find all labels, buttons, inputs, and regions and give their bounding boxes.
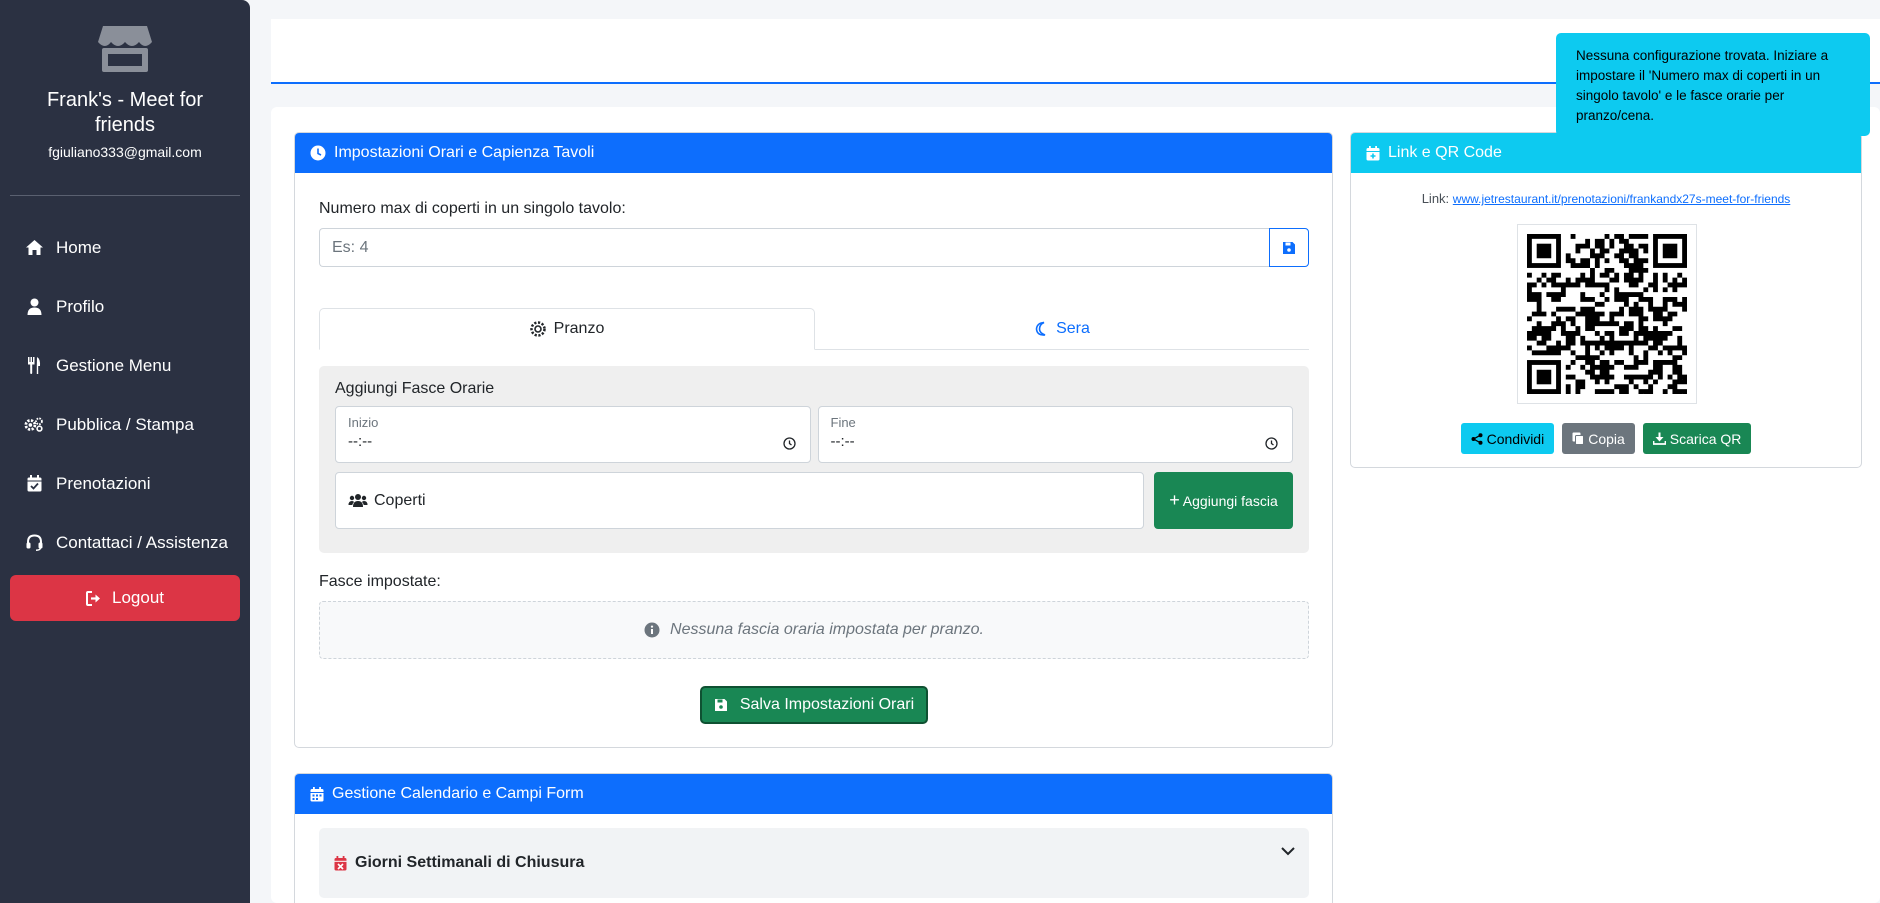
share-button[interactable]: Condividi <box>1460 423 1555 454</box>
main-content: Impostazioni Orari e Capienza Tavoli Num… <box>271 107 1880 903</box>
copy-button[interactable]: Copia <box>1562 423 1635 454</box>
save-max-covers-button[interactable] <box>1269 228 1309 267</box>
chevron-down-icon <box>1281 847 1295 856</box>
booking-link-row: Link: www.jetrestaurant.it/prenotazioni/… <box>1351 191 1861 206</box>
store-icon <box>97 24 153 74</box>
sidebar: Frank's - Meet for friends fgiuliano333@… <box>0 0 250 903</box>
calendar-card-title: Gestione Calendario e Campi Form <box>332 785 584 802</box>
sidebar-item-label: Gestione Menu <box>56 355 172 375</box>
booking-link[interactable]: www.jetrestaurant.it/prenotazioni/franka… <box>1453 192 1791 206</box>
home-icon <box>24 239 44 257</box>
qr-code-frame <box>1517 224 1697 404</box>
slots-set-label: Fasce impostate: <box>319 573 441 590</box>
closing-days-accordion[interactable]: Giorni Settimanali di Chiusura <box>319 828 1309 898</box>
calendar-plus-icon <box>1366 145 1380 160</box>
tab-label: Sera <box>1056 319 1090 337</box>
end-time-value: --:-- <box>830 433 855 450</box>
plus-icon: + <box>1169 490 1180 510</box>
sidebar-item-home[interactable]: Home <box>0 218 250 277</box>
share-label: Condividi <box>1486 430 1545 447</box>
notification-toast: Nessuna configurazione trovata. Iniziare… <box>1556 33 1870 136</box>
brand: Frank's - Meet for friends fgiuliano333@… <box>0 0 250 160</box>
start-time-label: Inizio <box>348 415 379 430</box>
clock-icon <box>310 145 326 161</box>
sidebar-item-prenotazioni[interactable]: Prenotazioni <box>0 454 250 513</box>
add-slots-panel: Aggiungi Fasce Orarie Inizio --:-- Fine … <box>319 366 1309 553</box>
max-covers-input[interactable] <box>319 228 1269 267</box>
sidebar-nav: Home Profilo Gestione Menu Pubblica / St… <box>0 218 250 572</box>
sidebar-item-profilo[interactable]: Profilo <box>0 277 250 336</box>
save-icon <box>714 699 727 711</box>
add-slot-label: Aggiungi fascia <box>1182 492 1278 509</box>
closing-days-title: Giorni Settimanali di Chiusura <box>355 854 585 871</box>
tab-sera[interactable]: Sera <box>815 308 1309 349</box>
calendar-x-icon <box>334 855 347 870</box>
qr-card-header: Link e QR Code <box>1351 133 1861 173</box>
sidebar-divider <box>10 195 240 196</box>
qr-actions: Condividi Copia Scarica QR <box>1351 423 1861 454</box>
tab-label: Pranzo <box>553 320 605 337</box>
no-slots-message: Nessuna fascia oraria impostata per pran… <box>670 621 984 638</box>
add-slots-title: Aggiungi Fasce Orarie <box>335 380 495 397</box>
logout-label: Logout <box>112 588 164 607</box>
headset-icon <box>24 534 44 552</box>
download-label: Scarica QR <box>1669 430 1742 447</box>
utensils-icon <box>24 357 44 375</box>
sun-icon <box>529 321 546 337</box>
save-schedule-label: Salva Impostazioni Orari <box>739 696 915 713</box>
toast-message: Nessuna configurazione trovata. Iniziare… <box>1576 48 1829 123</box>
meal-tabs: Pranzo Sera <box>319 308 1309 350</box>
calendar-card-header: Gestione Calendario e Campi Form <box>295 774 1332 814</box>
sidebar-item-label: Profilo <box>56 296 105 316</box>
tab-pranzo[interactable]: Pranzo <box>319 308 815 350</box>
no-slots-message-box: Nessuna fascia oraria impostata per pran… <box>319 601 1309 659</box>
sidebar-item-label: Pubblica / Stampa <box>56 414 194 434</box>
link-label: Link: <box>1421 191 1450 206</box>
download-qr-button[interactable]: Scarica QR <box>1642 423 1752 454</box>
add-slot-button[interactable]: + Aggiungi fascia <box>1154 472 1293 529</box>
qr-card: Link e QR Code Link: www.jetrestaurant.i… <box>1350 132 1862 468</box>
logout-icon <box>86 590 100 606</box>
settings-card-header: Impostazioni Orari e Capienza Tavoli <box>295 133 1332 173</box>
start-time-value: --:-- <box>348 433 373 450</box>
covers-input[interactable]: Coperti <box>335 472 1144 529</box>
share-icon <box>1471 432 1483 445</box>
restaurant-name: Frank's - Meet for friends <box>46 89 204 136</box>
settings-card: Impostazioni Orari e Capienza Tavoli Num… <box>294 132 1333 748</box>
qr-code-image <box>1527 234 1687 394</box>
qr-card-title: Link e QR Code <box>1388 144 1502 161</box>
calendar-icon <box>310 786 324 801</box>
clock-icon[interactable] <box>782 437 796 450</box>
end-time-input[interactable]: Fine --:-- <box>817 406 1293 463</box>
moon-icon <box>1035 321 1046 336</box>
covers-placeholder: Coperti <box>374 491 426 509</box>
download-icon <box>1652 432 1666 445</box>
users-icon <box>348 494 368 507</box>
info-icon <box>644 622 660 638</box>
sidebar-item-pubblica-stampa[interactable]: Pubblica / Stampa <box>0 395 250 454</box>
save-schedule-button[interactable]: Salva Impostazioni Orari <box>700 686 928 724</box>
settings-card-title: Impostazioni Orari e Capienza Tavoli <box>334 144 595 161</box>
end-time-label: Fine <box>830 415 856 430</box>
calendar-card: Gestione Calendario e Campi Form Giorni … <box>294 773 1333 903</box>
copy-icon <box>1572 432 1585 445</box>
logout-button[interactable]: Logout <box>10 575 240 621</box>
sidebar-item-gestione-menu[interactable]: Gestione Menu <box>0 336 250 395</box>
copy-label: Copia <box>1588 430 1625 447</box>
user-email: fgiuliano333@gmail.com <box>48 144 202 160</box>
calendar-check-icon <box>24 475 44 493</box>
save-icon <box>1283 241 1295 254</box>
sidebar-item-label: Contattaci / Assistenza <box>56 532 228 552</box>
sidebar-item-contattaci[interactable]: Contattaci / Assistenza <box>0 513 250 572</box>
sidebar-item-label: Home <box>56 237 102 257</box>
clock-icon[interactable] <box>1265 437 1278 450</box>
sidebar-item-label: Prenotazioni <box>56 473 151 493</box>
start-time-input[interactable]: Inizio --:-- <box>335 406 811 463</box>
max-covers-group <box>319 228 1309 267</box>
gears-icon <box>24 416 44 434</box>
max-covers-label: Numero max di coperti in un singolo tavo… <box>319 200 626 217</box>
user-icon <box>24 298 44 316</box>
